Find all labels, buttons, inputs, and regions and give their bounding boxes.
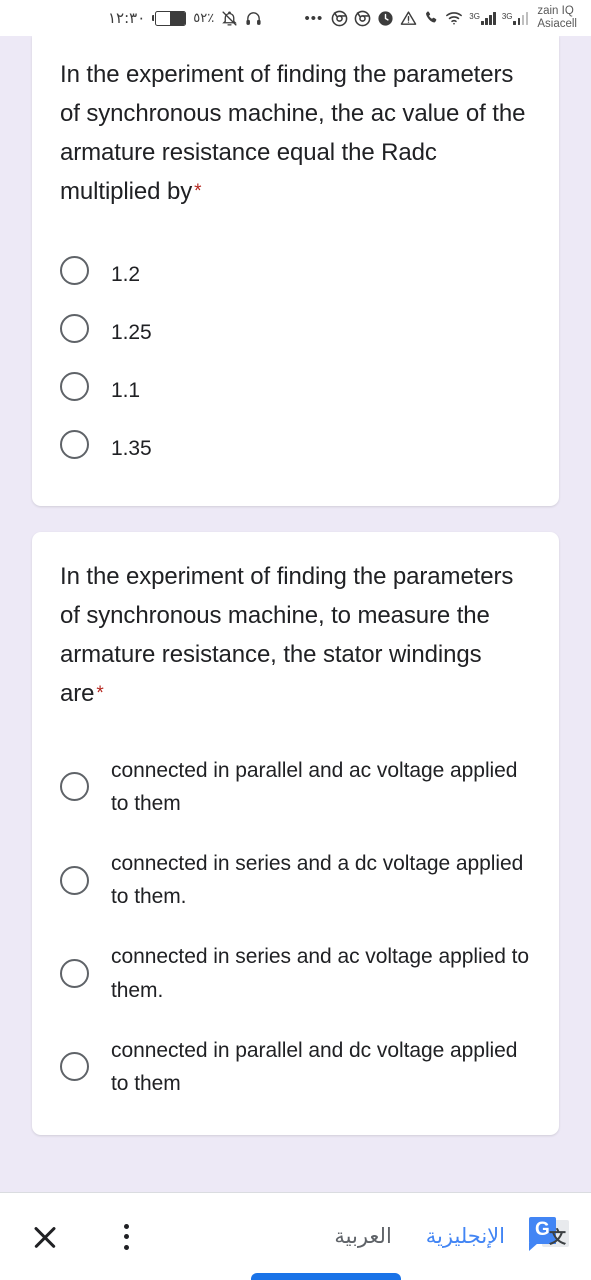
radio-button-icon[interactable]: [60, 772, 89, 802]
radio-button-icon[interactable]: [60, 371, 89, 401]
kebab-menu-icon[interactable]: [114, 1222, 138, 1252]
warning-icon: [400, 10, 417, 27]
option-label: connected in parallel and ac voltage app…: [111, 758, 518, 815]
battery-icon: [152, 10, 187, 26]
mute-bell-icon: [221, 10, 238, 27]
option-label: 1.1: [111, 378, 141, 402]
status-bar-left: ١٢:٣٠ ٥٢٪: [0, 9, 262, 27]
option-label: connected in parallel and dc voltage app…: [111, 1038, 518, 1095]
wifi-icon: [445, 10, 463, 26]
phone-call-icon: [423, 10, 439, 26]
signal-strength-icon-1: 3G: [469, 11, 496, 25]
option-row[interactable]: 1.35: [60, 418, 531, 476]
network-type-badge: 3G: [501, 12, 513, 21]
option-row[interactable]: connected in parallel and dc voltage app…: [60, 1020, 531, 1113]
navigation-bar: [0, 1268, 591, 1280]
chrome-icon: [331, 10, 348, 27]
close-icon[interactable]: [28, 1220, 62, 1254]
tab-target-language[interactable]: الإنجليزية: [426, 1224, 505, 1249]
language-tabs: الإنجليزية العربية: [334, 1224, 505, 1249]
question-2-options: connected in parallel and ac voltage app…: [60, 740, 531, 1113]
option-label: 1.2: [111, 262, 141, 286]
option-row[interactable]: 1.2: [60, 244, 531, 302]
carrier-labels: zain IQ Asiacell: [537, 5, 577, 31]
tab-source-language[interactable]: العربية: [334, 1224, 391, 1249]
network-type-badge: 3G: [469, 12, 480, 21]
google-translate-bar: الإنجليزية العربية G 文: [0, 1192, 591, 1280]
question-1-options: 1.2 1.25 1.1 1.35: [60, 244, 531, 477]
google-translate-icon[interactable]: G 文: [529, 1216, 569, 1257]
radio-button-icon[interactable]: [60, 865, 89, 895]
option-row[interactable]: connected in series and a dc voltage app…: [60, 833, 531, 926]
question-2-title: In the experiment of finding the paramet…: [60, 558, 531, 714]
radio-button-icon[interactable]: [60, 1052, 89, 1082]
battery-percent-label: ٥٢٪: [193, 10, 215, 26]
option-label: connected in series and a dc voltage app…: [111, 852, 524, 909]
clock-icon: [377, 10, 394, 27]
google-translate-letter: G: [535, 1218, 550, 1240]
google-translate-glyph: 文: [549, 1227, 566, 1248]
option-label: 1.25: [111, 320, 152, 344]
carrier-name-primary: zain IQ: [537, 4, 574, 17]
question-1-text: In the experiment of finding the paramet…: [60, 61, 526, 205]
option-row[interactable]: connected in parallel and ac voltage app…: [60, 740, 531, 833]
option-row[interactable]: 1.1: [60, 360, 531, 418]
question-2-text: In the experiment of finding the paramet…: [60, 563, 514, 707]
status-bar: ١٢:٣٠ ٥٢٪ ••• 3G 3G zain IQ Asiacell: [0, 0, 591, 36]
option-row[interactable]: connected in series and ac voltage appli…: [60, 926, 531, 1019]
more-notifications-icon: •••: [304, 9, 324, 27]
option-label: connected in series and ac voltage appli…: [111, 945, 530, 1002]
radio-button-icon[interactable]: [60, 313, 89, 343]
required-asterisk: *: [96, 682, 104, 704]
option-row[interactable]: 1.25: [60, 302, 531, 360]
question-card-1: In the experiment of finding the paramet…: [32, 36, 559, 507]
home-indicator-pill[interactable]: [250, 1273, 401, 1280]
question-card-2: In the experiment of finding the paramet…: [32, 532, 559, 1136]
chrome-icon: [354, 10, 371, 27]
required-asterisk: *: [194, 180, 202, 202]
option-label: 1.35: [111, 437, 152, 461]
radio-button-icon[interactable]: [60, 959, 89, 989]
radio-button-icon[interactable]: [60, 430, 89, 460]
status-bar-right: ••• 3G 3G zain IQ Asiacell: [305, 5, 578, 31]
signal-strength-icon-2: 3G: [502, 11, 529, 25]
status-time: ١٢:٣٠: [108, 9, 146, 27]
radio-button-icon[interactable]: [60, 255, 89, 285]
phone-screen: ١٢:٣٠ ٥٢٪ ••• 3G 3G zain IQ Asiacell In …: [0, 0, 591, 1280]
question-1-title: In the experiment of finding the paramet…: [60, 56, 531, 212]
form-scroll-area[interactable]: In the experiment of finding the paramet…: [0, 36, 591, 1192]
headphones-icon: [245, 10, 262, 27]
carrier-name-secondary: Asiacell: [537, 18, 577, 30]
